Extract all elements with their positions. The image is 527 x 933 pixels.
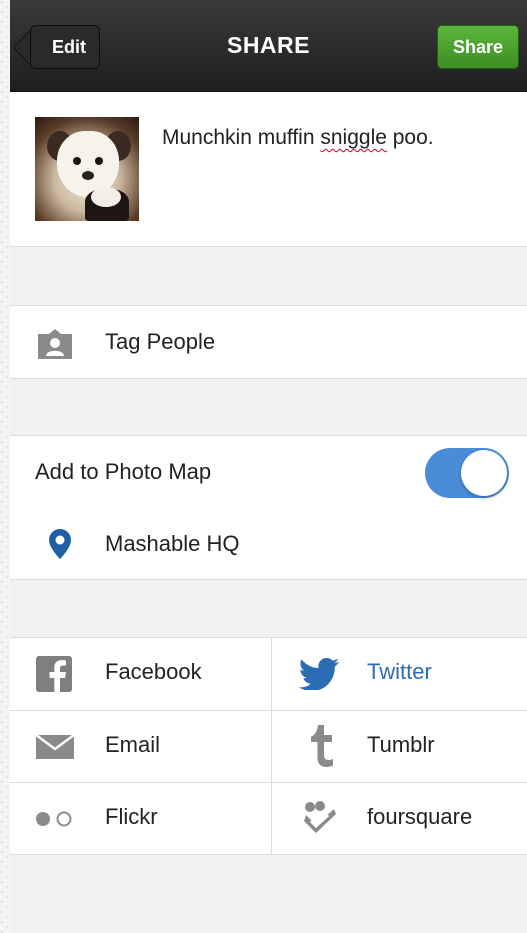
navigation-bar: Edit SHARE Share (10, 0, 527, 92)
share-button[interactable]: Share (437, 25, 519, 69)
photo-map-row: Add to Photo Map (10, 435, 527, 509)
caption-part-1: Munchkin muffin (162, 126, 321, 149)
caption-text[interactable]: Munchkin muffin sniggle poo. (162, 126, 434, 150)
tumblr-icon (308, 725, 334, 767)
tag-people-icon (36, 328, 74, 360)
photo-map-toggle[interactable] (425, 448, 509, 498)
email-icon (36, 735, 74, 759)
flickr-icon (34, 810, 74, 828)
location-label: Mashable HQ (105, 531, 240, 556)
twitter-label: Twitter (367, 659, 432, 684)
grid-vertical-divider (271, 638, 272, 854)
tag-people-row[interactable]: Tag People (10, 305, 527, 379)
caption-part-2: poo. (386, 126, 434, 149)
toggle-knob (461, 450, 507, 496)
tag-people-label: Tag People (105, 329, 216, 354)
twitter-share-cell[interactable]: Twitter (272, 638, 527, 710)
flickr-share-cell[interactable]: Flickr (10, 783, 271, 855)
share-button-label: Share (452, 36, 504, 57)
dog-nose (82, 171, 94, 180)
foursquare-share-cell[interactable]: foursquare (272, 783, 527, 855)
email-label: Email (105, 732, 161, 757)
facebook-icon (36, 656, 72, 692)
dog-paw (91, 187, 121, 207)
twitter-icon (299, 658, 339, 690)
tumblr-share-cell[interactable]: Tumblr (272, 711, 527, 783)
foursquare-label: foursquare (367, 804, 473, 829)
email-share-cell[interactable]: Email (10, 711, 271, 783)
foursquare-icon (302, 801, 338, 837)
facebook-share-cell[interactable]: Facebook (10, 638, 271, 710)
caption-misspelled-word: sniggle (320, 126, 387, 149)
dog-eye-left (73, 157, 81, 165)
share-screen: Edit SHARE Share Munchkin muffin sniggle… (10, 0, 527, 933)
dog-eye-right (95, 157, 103, 165)
photo-thumbnail (35, 117, 139, 221)
caption-area: Munchkin muffin sniggle poo. (10, 92, 527, 247)
divider (10, 854, 527, 855)
photo-map-label: Add to Photo Map (35, 459, 212, 484)
facebook-label: Facebook (105, 659, 202, 684)
location-pin-icon (48, 529, 72, 559)
location-row[interactable]: Mashable HQ (10, 508, 527, 580)
flickr-label: Flickr (105, 804, 158, 829)
left-edge-pattern (0, 0, 10, 933)
tumblr-label: Tumblr (367, 732, 435, 757)
